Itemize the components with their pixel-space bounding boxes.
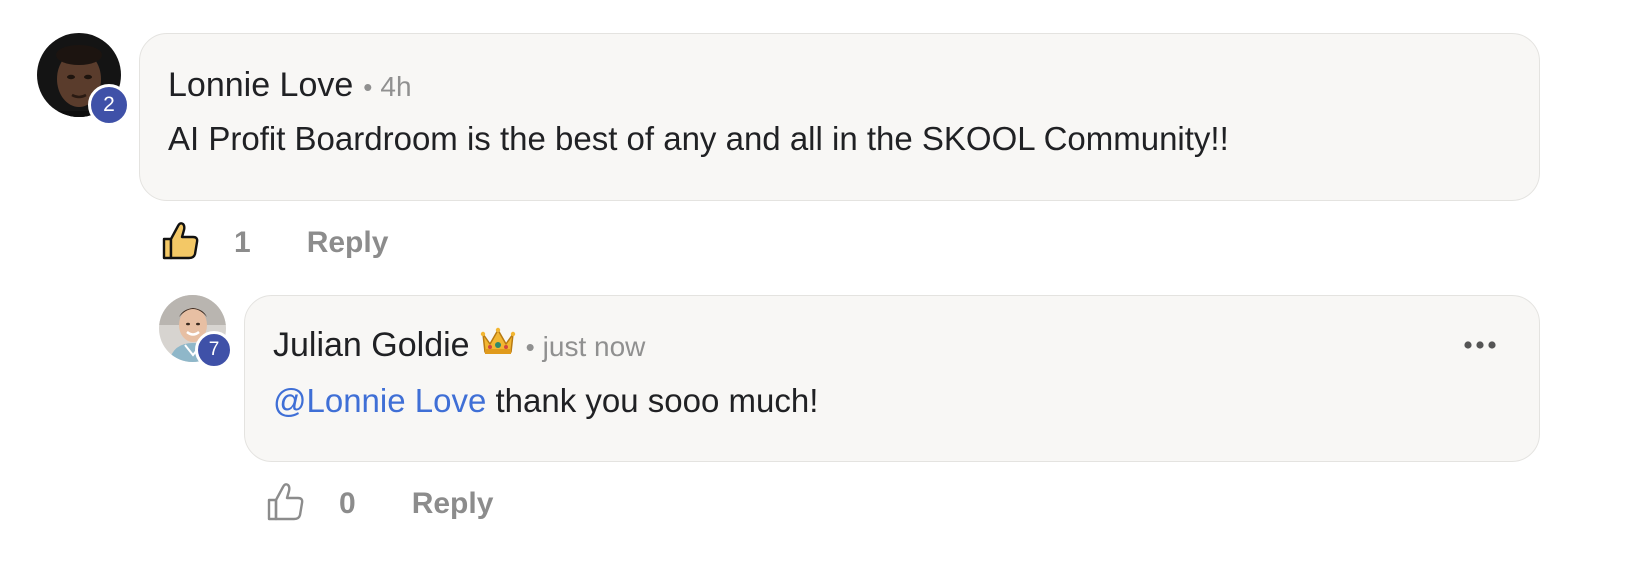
avatar[interactable]: 2 (37, 33, 130, 126)
comment-bubble: Lonnie Love • 4h AI Profit Boardroom is … (139, 33, 1540, 201)
level-badge: 2 (88, 84, 130, 126)
meta-separator: • (363, 72, 373, 102)
like-button[interactable] (162, 221, 200, 266)
comment-body: @Lonnie Love thank you sooo much! (273, 382, 818, 420)
like-count: 1 (234, 226, 251, 259)
comment-text: AI Profit Boardroom is the best of any a… (168, 120, 1229, 157)
more-options-button[interactable] (1463, 338, 1497, 356)
reply-button[interactable]: Reply (412, 487, 494, 521)
timestamp[interactable]: just now (543, 331, 646, 363)
ellipsis-icon (1464, 341, 1496, 349)
level-number: 2 (103, 93, 115, 116)
comment-header: Lonnie Love • 4h (168, 66, 412, 105)
comment-actions: 0 Reply (267, 481, 493, 527)
crown-icon (480, 327, 515, 354)
thumbs-up-icon (267, 482, 304, 520)
reply-button[interactable]: Reply (307, 226, 389, 260)
avatar[interactable]: 7 (159, 295, 233, 369)
level-badge: 7 (195, 331, 233, 369)
thumbs-up-icon (162, 221, 199, 259)
meta-separator: • (525, 332, 535, 362)
comment-header: Julian Goldie • just now (273, 326, 645, 365)
timestamp[interactable]: 4h (380, 71, 411, 103)
comment-actions: 1 Reply (162, 220, 388, 266)
like-button[interactable] (267, 482, 305, 527)
mention-link[interactable]: @Lonnie Love (273, 382, 486, 419)
level-number: 7 (208, 339, 220, 360)
comment-thread: 2 Lonnie Love • 4h AI Profit Boardroom i… (0, 0, 1636, 580)
author-name[interactable]: Julian Goldie (273, 326, 470, 365)
comment-bubble: Julian Goldie • just now @Lonnie Love th… (244, 295, 1540, 462)
comment-text: thank you sooo much! (495, 382, 819, 419)
author-name[interactable]: Lonnie Love (168, 66, 353, 105)
comment-body: AI Profit Boardroom is the best of any a… (168, 120, 1229, 158)
like-count: 0 (339, 487, 356, 520)
